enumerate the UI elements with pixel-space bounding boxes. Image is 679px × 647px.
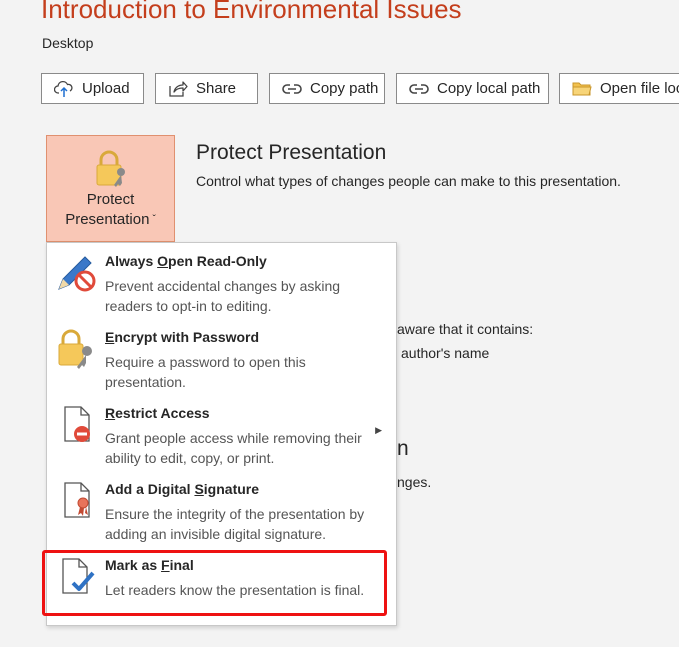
menu-item-restrict-access[interactable]: Restrict Access Grant people access whil…: [47, 395, 396, 471]
signature-document-icon: [64, 482, 90, 518]
restricted-document-icon: [64, 406, 90, 442]
open-file-location-label: Open file loc: [600, 80, 679, 97]
document-title: Introduction to Environmental Issues: [41, 0, 462, 24]
menu-item-always-open-read-only[interactable]: Always Open Read-Only Prevent accidental…: [47, 243, 396, 319]
share-button[interactable]: Share: [155, 73, 258, 104]
share-icon: [169, 80, 188, 97]
copy-path-label: Copy path: [310, 80, 379, 97]
protect-section-description: Control what types of changes people can…: [196, 173, 621, 189]
share-label: Share: [196, 80, 237, 97]
menu-item-title: Encrypt with Password: [105, 329, 260, 345]
menu-item-encrypt-with-password[interactable]: Encrypt with Password Require a password…: [47, 319, 396, 395]
menu-item-add-digital-signature[interactable]: Add a Digital Signature Ensure the integ…: [47, 471, 396, 547]
menu-item-description: Ensure the integrity of the presentation…: [105, 506, 365, 542]
section-heading-fragment: n: [397, 437, 409, 460]
chevron-down-icon: ˇ: [152, 214, 156, 225]
link-icon: [409, 83, 429, 94]
menu-item-title: Restrict Access: [105, 405, 210, 421]
upload-button[interactable]: Upload: [41, 73, 144, 104]
folder-icon: [572, 82, 592, 95]
lock-key-icon: [96, 150, 125, 187]
menu-item-description: Prevent accidental changes by asking rea…: [105, 278, 341, 314]
menu-item-title: Mark as Final: [105, 557, 194, 573]
inspect-text-line1: aware that it contains:: [397, 321, 534, 337]
link-icon: [282, 83, 302, 94]
upload-label: Upload: [82, 80, 130, 97]
protect-presentation-label: Protect Presentation ˇ: [65, 191, 156, 228]
protect-section-title: Protect Presentation: [196, 141, 387, 164]
inspect-text-line2: author's name: [401, 345, 490, 361]
protect-presentation-menu: Always Open Read-Only Prevent accidental…: [46, 242, 397, 626]
section-text-fragment: nges.: [397, 474, 432, 490]
menu-item-title: Add a Digital Signature: [105, 481, 260, 497]
copy-local-path-label: Copy local path: [437, 80, 541, 97]
menu-item-title: Always Open Read-Only: [105, 253, 267, 269]
menu-item-description: Grant people access while removing their…: [105, 430, 362, 466]
final-document-icon: [62, 558, 95, 594]
document-location: Desktop: [42, 35, 94, 51]
submenu-arrow-icon: ▶: [375, 425, 382, 435]
menu-item-description: Let readers know the presentation is fin…: [105, 582, 365, 598]
menu-item-mark-as-final[interactable]: Mark as Final Let readers know the prese…: [47, 547, 396, 623]
lock-key-icon: [58, 329, 92, 369]
menu-item-description: Require a password to open this presenta…: [105, 354, 306, 390]
pencil-no-edit-icon: [58, 256, 96, 292]
copy-local-path-button[interactable]: Copy local path: [396, 73, 549, 104]
open-file-location-button[interactable]: Open file loc: [559, 73, 679, 104]
copy-path-button[interactable]: Copy path: [269, 73, 385, 104]
upload-icon: [54, 80, 73, 97]
protect-presentation-button[interactable]: Protect Presentation ˇ: [46, 135, 175, 242]
